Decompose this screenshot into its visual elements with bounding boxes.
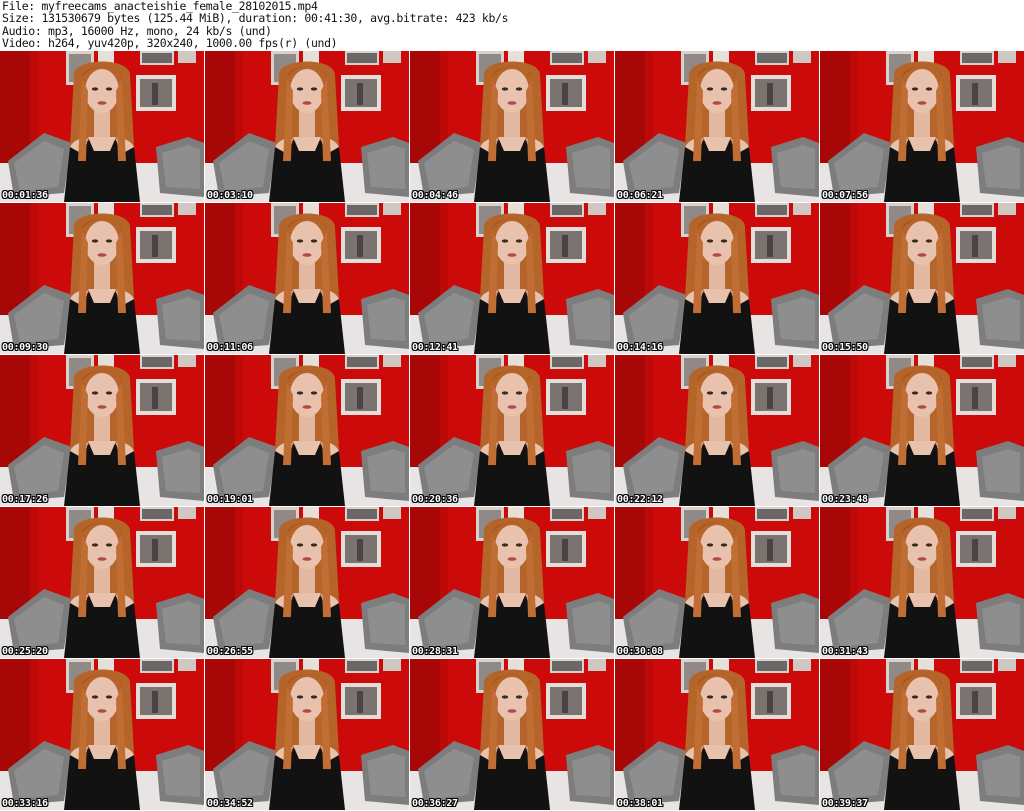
video-thumbnail: 00:06:21 [615,51,819,202]
thumbnail-timestamp: 00:26:55 [207,646,253,657]
webcam-frame-image [820,51,1024,202]
thumbnail-timestamp: 00:39:37 [822,798,868,809]
video-thumbnail: 00:04:46 [410,51,614,202]
video-thumbnail: 00:09:30 [0,203,204,354]
webcam-frame-image [615,51,819,202]
video-thumbnail: 00:26:55 [205,507,409,658]
webcam-frame-image [205,355,409,506]
video-thumbnail: 00:34:52 [205,659,409,810]
webcam-frame-image [820,203,1024,354]
webcam-frame-image [0,203,204,354]
webcam-frame-image [205,51,409,202]
thumbnail-timestamp: 00:34:52 [207,798,253,809]
video-thumbnail: 00:17:26 [0,355,204,506]
video-thumbnail: 00:03:10 [205,51,409,202]
thumbnail-timestamp: 00:03:10 [207,190,253,201]
video-thumbnail: 00:30:08 [615,507,819,658]
thumbnail-timestamp: 00:36:27 [412,798,458,809]
video-thumbnail: 00:25:20 [0,507,204,658]
thumbnail-timestamp: 00:33:16 [2,798,48,809]
thumbnail-timestamp: 00:07:56 [822,190,868,201]
webcam-frame-image [410,659,614,810]
thumbnail-timestamp: 00:30:08 [617,646,663,657]
thumbnail-timestamp: 00:09:30 [2,342,48,353]
webcam-frame-image [0,51,204,202]
webcam-frame-image [205,203,409,354]
webcam-frame-image [410,51,614,202]
file-size-line: Size: 131530679 bytes (125.44 MiB), dura… [2,11,509,26]
webcam-frame-image [410,355,614,506]
thumbnail-timestamp: 00:11:06 [207,342,253,353]
thumbnail-timestamp: 00:14:16 [617,342,663,353]
thumbnail-timestamp: 00:38:01 [617,798,663,809]
video-thumbnail: 00:11:06 [205,203,409,354]
video-thumbnail: 00:28:31 [410,507,614,658]
webcam-frame-image [820,507,1024,658]
thumbnail-timestamp: 00:01:36 [2,190,48,201]
video-thumbnail: 00:14:16 [615,203,819,354]
video-thumbnail: 00:33:16 [0,659,204,810]
thumbnail-timestamp: 00:20:36 [412,494,458,505]
thumbnail-timestamp: 00:28:31 [412,646,458,657]
video-thumbnail: 00:07:56 [820,51,1024,202]
video-thumbnail: 00:20:36 [410,355,614,506]
webcam-frame-image [0,507,204,658]
video-thumbnail: 00:12:41 [410,203,614,354]
video-thumbnail: 00:23:48 [820,355,1024,506]
video-thumbnail: 00:36:27 [410,659,614,810]
file-info-header: File: myfreecams_anacteishie_female_2810… [0,0,1024,50]
thumbnail-timestamp: 00:12:41 [412,342,458,353]
webcam-frame-image [205,659,409,810]
thumbnail-timestamp: 00:25:20 [2,646,48,657]
video-thumbnail: 00:22:12 [615,355,819,506]
video-thumbnail: 00:01:36 [0,51,204,202]
thumbnail-timestamp: 00:17:26 [2,494,48,505]
webcam-frame-image [615,659,819,810]
video-thumbnail: 00:31:43 [820,507,1024,658]
webcam-frame-image [205,507,409,658]
webcam-frame-image [410,203,614,354]
webcam-frame-image [820,355,1024,506]
video-thumbnail: 00:39:37 [820,659,1024,810]
thumbnail-timestamp: 00:15:50 [822,342,868,353]
thumbnail-timestamp: 00:23:48 [822,494,868,505]
webcam-frame-image [410,507,614,658]
video-info-line: Video: h264, yuv420p, 320x240, 1000.00 f… [2,35,338,50]
thumbnail-timestamp: 00:31:43 [822,646,868,657]
webcam-frame-image [615,355,819,506]
webcam-frame-image [820,659,1024,810]
thumbnail-timestamp: 00:04:46 [412,190,458,201]
thumbnail-timestamp: 00:22:12 [617,494,663,505]
webcam-frame-image [615,203,819,354]
video-thumbnail: 00:15:50 [820,203,1024,354]
thumbnail-grid: 00:01:36 00:03:10 00:04:46 00:06:21 00:0… [0,51,1024,811]
webcam-frame-image [615,507,819,658]
webcam-frame-image [0,659,204,810]
webcam-frame-image [0,355,204,506]
thumbnail-timestamp: 00:06:21 [617,190,663,201]
video-thumbnail: 00:19:01 [205,355,409,506]
thumbnail-timestamp: 00:19:01 [207,494,253,505]
video-thumbnail: 00:38:01 [615,659,819,810]
